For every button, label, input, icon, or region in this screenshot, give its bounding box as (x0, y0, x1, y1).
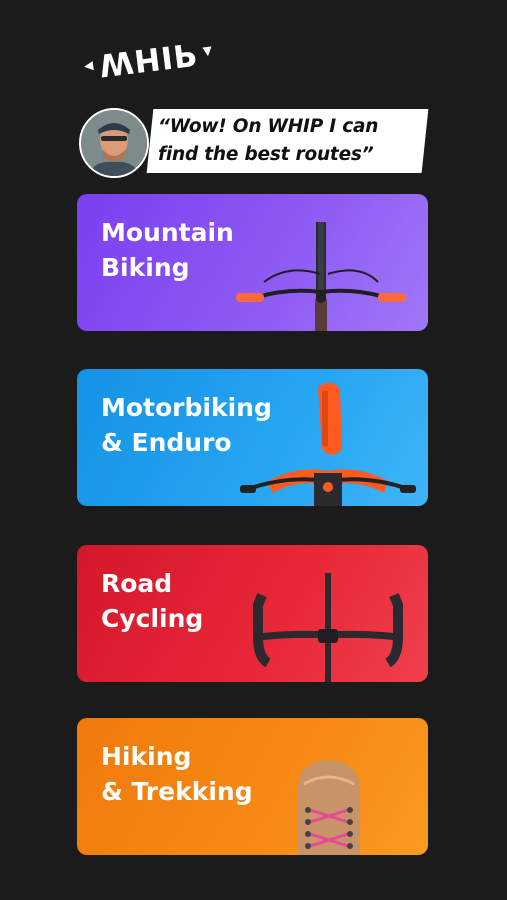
category-card-motorbiking-enduro[interactable]: Motorbiking & Enduro (77, 369, 428, 506)
logo-triangle-left-icon: ◀ (83, 57, 95, 73)
mtb-handlebar-icon (236, 222, 406, 331)
avatar (79, 108, 149, 178)
hiking-boot-icon (298, 760, 360, 855)
category-card-road-cycling[interactable]: Road Cycling (77, 545, 428, 682)
whip-logo: ◀ WHIP ▼ (80, 30, 216, 86)
category-card-mountain-biking[interactable]: Mountain Biking (77, 194, 428, 331)
logo-wordmark: WHIP (97, 34, 200, 83)
motorbike-front-icon (240, 382, 416, 506)
logo-triangle-right-icon: ▼ (201, 43, 213, 59)
road-handlebar-icon (253, 573, 403, 682)
category-card-hiking-trekking[interactable]: Hiking & Trekking (77, 718, 428, 855)
rider-portrait-icon (81, 110, 147, 176)
testimonial-quote: “Wow! On WHIP I can find the best routes… (158, 116, 379, 165)
